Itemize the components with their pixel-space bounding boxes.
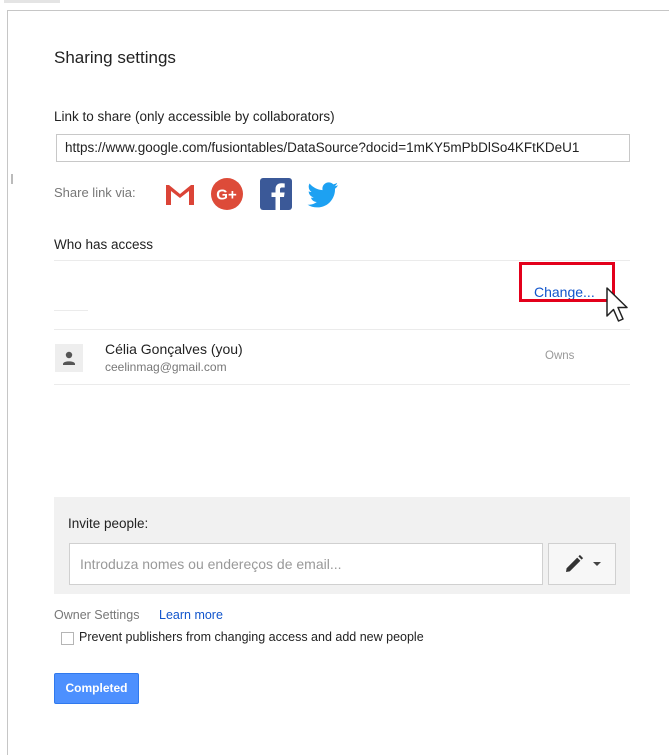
access-top-divider <box>54 260 630 261</box>
user-row-top-divider <box>54 329 630 330</box>
prevent-publishers-checkbox[interactable] <box>61 632 74 645</box>
background-edge-mark <box>11 174 13 184</box>
invite-people-input[interactable] <box>69 543 543 585</box>
prevent-publishers-label[interactable]: Prevent publishers from changing access … <box>79 630 424 644</box>
pencil-icon <box>566 554 584 572</box>
change-link-highlight <box>519 262 615 302</box>
dialog-title: Sharing settings <box>54 48 176 67</box>
share-link-via-label: Share link via: <box>54 185 136 200</box>
gmail-icon[interactable] <box>163 177 197 211</box>
twitter-icon[interactable] <box>306 177 340 211</box>
avatar <box>55 344 83 372</box>
window-top-strip <box>0 0 669 10</box>
user-role: Owns <box>545 350 575 362</box>
person-icon <box>63 351 75 365</box>
completed-button[interactable]: Completed <box>54 673 139 704</box>
invite-people-panel: Invite people: <box>54 497 630 594</box>
link-to-share-label: Link to share (only accessible by collab… <box>54 109 335 124</box>
facebook-icon[interactable] <box>259 177 293 211</box>
permission-dropdown-button[interactable] <box>548 543 616 585</box>
invite-people-label: Invite people: <box>68 516 149 531</box>
truncated-window-title <box>4 0 60 3</box>
google-plus-icon[interactable]: G+ <box>210 177 244 211</box>
sharing-settings-dialog: Sharing settings Link to share (only acc… <box>7 10 669 755</box>
mouse-pointer-icon <box>606 287 628 322</box>
owner-settings-label: Owner Settings <box>54 608 140 622</box>
user-email: ceelinmag@gmail.com <box>105 360 227 374</box>
svg-text:G+: G+ <box>216 187 237 204</box>
user-row-bottom-divider <box>54 384 630 385</box>
share-link-field[interactable]: https://www.google.com/fusiontables/Data… <box>56 134 630 162</box>
chevron-down-icon <box>593 562 601 566</box>
learn-more-link[interactable]: Learn more <box>159 608 223 622</box>
user-name: Célia Gonçalves (you) <box>105 341 243 357</box>
short-divider <box>54 310 88 311</box>
who-has-access-label: Who has access <box>54 237 154 252</box>
